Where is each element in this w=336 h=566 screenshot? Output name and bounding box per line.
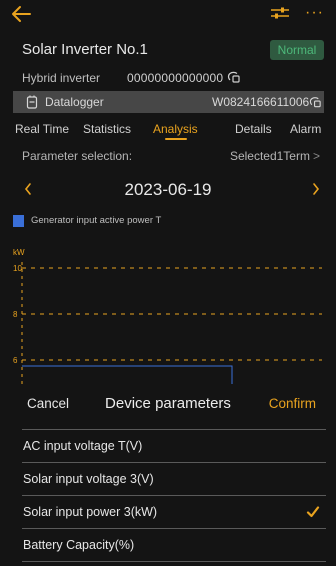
- y-tick-label: 8: [13, 310, 18, 319]
- tab-real-time[interactable]: Real Time: [15, 122, 69, 136]
- parameter-option-label: Solar input voltage 3(V): [23, 472, 154, 486]
- filter-icon[interactable]: [270, 5, 290, 23]
- device-title: Solar Inverter No.1: [22, 41, 148, 58]
- parameter-option-label: Battery Capacity(%): [23, 538, 135, 552]
- copy-icon[interactable]: [227, 70, 241, 84]
- parameter-option[interactable]: Solar input voltage 3(V): [0, 463, 336, 495]
- tab-active-indicator: [165, 138, 187, 140]
- tab-statistics[interactable]: Statistics: [83, 122, 131, 136]
- legend-label: Generator input active power T: [31, 215, 162, 226]
- parameter-selection-label: Parameter selection:: [22, 149, 133, 163]
- y-tick-label: 10: [13, 264, 22, 273]
- chevron-right-icon[interactable]: [311, 181, 321, 197]
- parameter-option-label: AC input voltage T(V): [23, 439, 143, 453]
- parameter-selection-value: Selected1Term >: [230, 149, 320, 163]
- tab-bar: Real Time Statistics Analysis Details Al…: [0, 119, 336, 141]
- chevron-left-icon[interactable]: [23, 181, 33, 197]
- confirm-button[interactable]: Confirm: [269, 396, 316, 411]
- more-icon[interactable]: ···: [305, 4, 324, 22]
- datalogger-serial-number: W0824166611006: [212, 95, 310, 109]
- device-type: Hybrid inverter: [22, 71, 101, 85]
- parameter-selection-value-text: Selected1Term: [229, 149, 310, 163]
- tab-details[interactable]: Details: [235, 122, 272, 136]
- parameter-option-selected[interactable]: Solar input power 3(kW): [0, 496, 336, 528]
- datalogger-icon: [26, 95, 38, 109]
- parameter-option[interactable]: AC input voltage T(V): [0, 430, 336, 462]
- chevron-right-icon: >: [312, 149, 320, 163]
- chart: kW 10 8 6: [0, 240, 336, 390]
- divider: [22, 561, 326, 562]
- check-icon: [306, 506, 320, 518]
- back-arrow-icon[interactable]: [10, 4, 34, 24]
- chart-svg: kW 10 8 6: [13, 248, 322, 390]
- parameter-option[interactable]: Battery Capacity(%): [0, 529, 336, 561]
- top-bar: ···: [0, 0, 336, 28]
- datalogger-label: Datalogger: [45, 95, 104, 109]
- parameter-option-label: Solar input power 3(kW): [23, 505, 158, 519]
- y-axis-unit-label: kW: [13, 248, 25, 257]
- copy-icon[interactable]: [309, 95, 322, 109]
- status-badge: Normal: [270, 40, 324, 60]
- datalogger-bar: Datalogger W0824166611006: [13, 91, 324, 113]
- tab-alarm[interactable]: Alarm: [290, 122, 321, 136]
- y-tick-label: 6: [13, 356, 18, 365]
- date-selector: 2023-06-19: [0, 178, 336, 204]
- device-serial-number: 00000000000000: [127, 71, 224, 85]
- parameter-selection-row[interactable]: Parameter selection: Selected1Term >: [0, 145, 336, 167]
- date-label[interactable]: 2023-06-19: [0, 180, 336, 200]
- device-parameters-sheet: Cancel Device parameters Confirm AC inpu…: [0, 384, 336, 566]
- tab-analysis[interactable]: Analysis: [153, 122, 198, 136]
- legend-swatch: [13, 215, 24, 227]
